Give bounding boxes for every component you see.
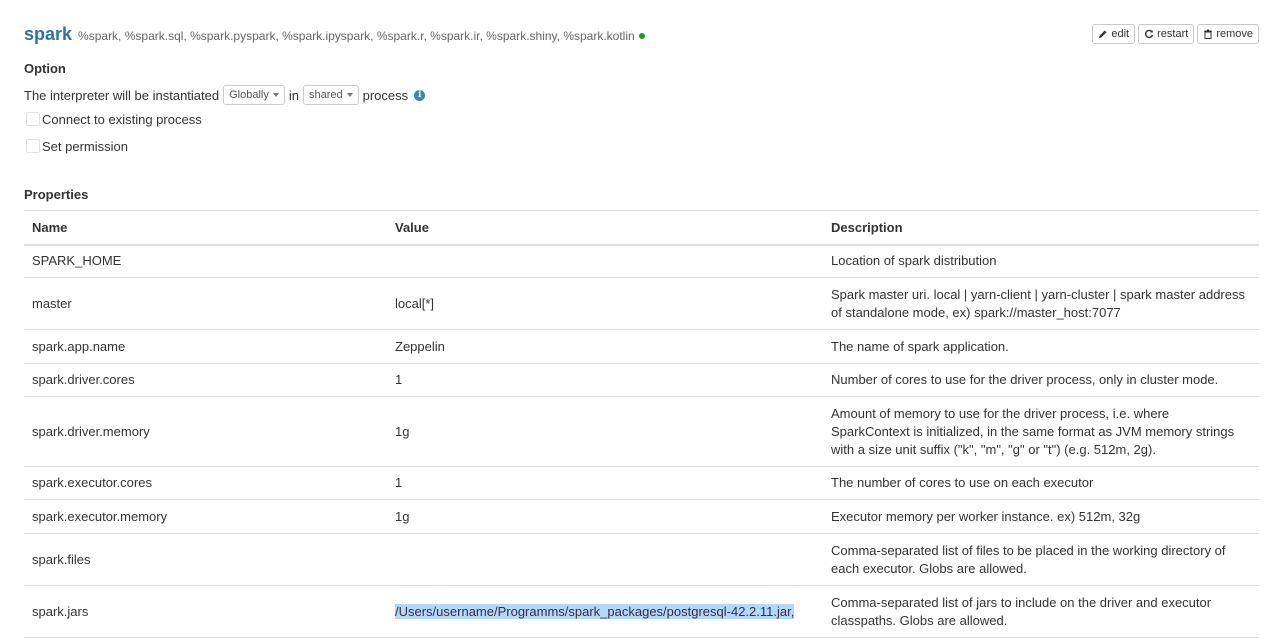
interpreter-name: spark [24, 24, 73, 44]
header-description: Description [823, 210, 1259, 246]
restart-button[interactable]: restart [1138, 24, 1195, 44]
table-row: spark.driver.cores 1 Number of cores to … [24, 363, 1259, 397]
set-permission-label: Set permission [42, 138, 128, 154]
property-description: Comma-separated list of files to be plac… [823, 533, 1259, 586]
header-value: Value [387, 210, 823, 246]
caret-down-icon [272, 93, 279, 97]
table-row: spark.driver.memory 1g Amount of memory … [24, 396, 1259, 467]
trash-icon [1204, 29, 1213, 39]
connect-existing-row[interactable]: Connect to existing process [26, 110, 202, 128]
property-name: spark.driver.memory [24, 396, 387, 467]
status-dot-icon [638, 33, 645, 39]
table-row: spark.app.name Zeppelin The name of spar… [24, 329, 1259, 364]
edit-button[interactable]: edit [1092, 24, 1136, 44]
edit-button-label: edit [1111, 28, 1130, 40]
property-description: The name of spark application. [823, 329, 1259, 364]
table-row: spark.executor.memory 1g Executor memory… [24, 499, 1259, 534]
table-header-row: Name Value Description [24, 210, 1259, 246]
property-name: spark.files [24, 533, 387, 586]
process-text: process [362, 87, 409, 103]
process-select-value: shared [308, 89, 343, 101]
property-value[interactable]: 1 [387, 363, 823, 397]
option-section-title: Option [24, 61, 66, 76]
table-row: spark.executor.cores 1 The number of cor… [24, 466, 1259, 500]
instantiation-row: The interpreter will be instantiated Glo… [24, 84, 426, 106]
property-description: Comma-separated list of jars to include … [823, 585, 1259, 638]
selected-value-text: /Users/username/Programms/spark_packages… [395, 603, 795, 619]
scope-select-value: Globally [229, 89, 269, 101]
set-permission-row[interactable]: Set permission [26, 137, 128, 155]
connect-existing-checkbox[interactable] [26, 112, 40, 126]
connect-existing-label: Connect to existing process [42, 111, 202, 127]
property-value[interactable]: 1 [387, 466, 823, 500]
info-icon[interactable]: i [414, 89, 426, 101]
caret-down-icon [346, 93, 353, 97]
process-select[interactable]: shared [302, 85, 359, 105]
remove-button[interactable]: remove [1197, 24, 1259, 44]
properties-section-title: Properties [24, 187, 89, 202]
table-row: spark.files Comma-separated list of file… [24, 533, 1259, 586]
set-permission-checkbox[interactable] [26, 139, 40, 153]
interpreter-aliases: %spark, %spark.sql, %spark.pyspark, %spa… [78, 29, 635, 43]
property-value[interactable]: Zeppelin [387, 329, 823, 364]
properties-table: Name Value Description SPARK_HOME Locati… [24, 210, 1259, 638]
refresh-icon [1145, 29, 1154, 39]
property-value[interactable]: local[*] [387, 277, 823, 330]
in-text: in [288, 87, 299, 103]
interpreter-header: spark %spark, %spark.sql, %spark.pyspark… [24, 24, 645, 48]
property-description: The number of cores to use on each execu… [823, 466, 1259, 500]
table-row: spark.jars /Users/username/Programms/spa… [24, 585, 1259, 638]
property-value[interactable] [387, 244, 823, 278]
table-row: SPARK_HOME Location of spark distributio… [24, 244, 1259, 278]
property-value[interactable] [387, 533, 823, 586]
property-name: SPARK_HOME [24, 244, 387, 278]
property-value[interactable]: /Users/username/Programms/spark_packages… [387, 585, 823, 638]
scope-select[interactable]: Globally [223, 85, 285, 105]
property-description: Amount of memory to use for the driver p… [823, 396, 1259, 467]
restart-button-label: restart [1157, 28, 1189, 40]
header-name: Name [24, 210, 387, 246]
property-name: spark.driver.cores [24, 363, 387, 397]
property-name: master [24, 277, 387, 330]
property-description: Number of cores to use for the driver pr… [823, 363, 1259, 397]
property-description: Spark master uri. local | yarn-client | … [823, 277, 1259, 330]
interpreter-actions: edit restart remove [1092, 24, 1259, 44]
property-value[interactable]: 1g [387, 396, 823, 467]
table-row: master local[*] Spark master uri. local … [24, 277, 1259, 330]
property-name: spark.jars [24, 585, 387, 638]
instantiate-prefix-text: The interpreter will be instantiated [24, 87, 220, 103]
pencil-icon [1099, 30, 1107, 38]
remove-button-label: remove [1216, 28, 1253, 40]
property-description: Location of spark distribution [823, 244, 1259, 278]
property-name: spark.app.name [24, 329, 387, 364]
property-name: spark.executor.cores [24, 466, 387, 500]
property-description: Executor memory per worker instance. ex)… [823, 499, 1259, 534]
property-name: spark.executor.memory [24, 499, 387, 534]
property-value[interactable]: 1g [387, 499, 823, 534]
